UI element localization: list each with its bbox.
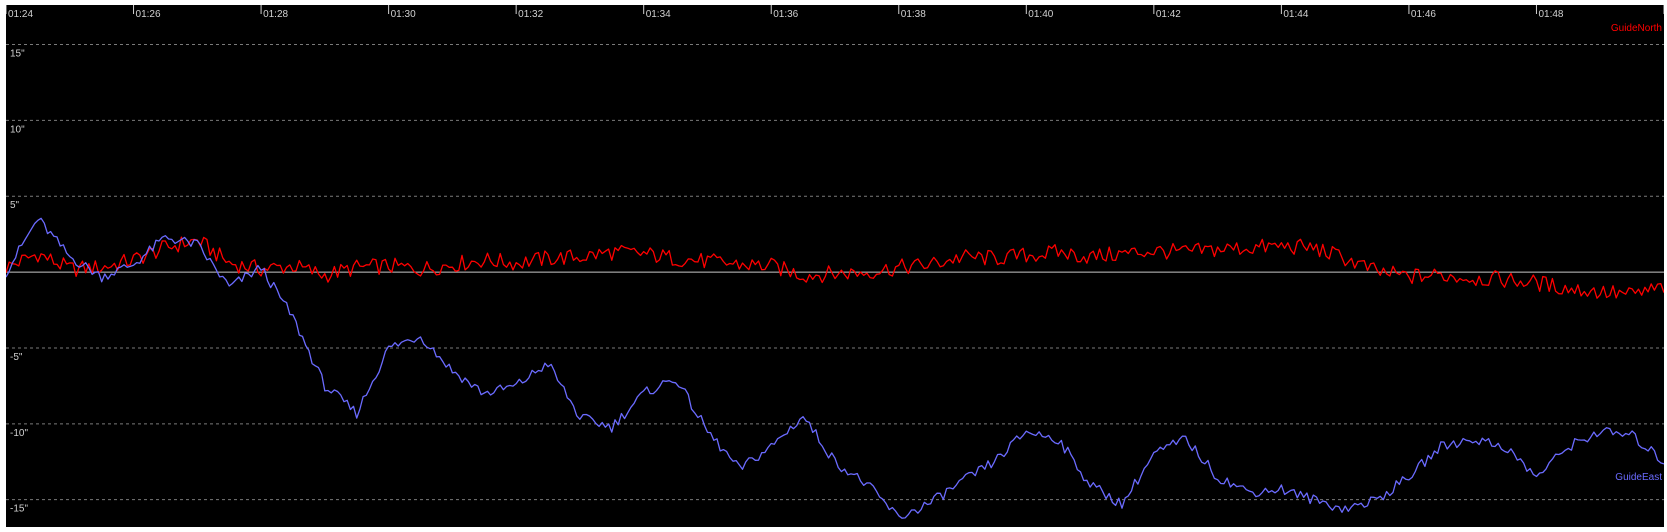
guiding-chart: 15" 10" 5" -5" -10" -15" 01:24 01:26 01:28 01:30 0… (0, 0, 1667, 532)
y-tick-label: 10" (10, 124, 25, 135)
y-tick-label: -10" (10, 428, 28, 439)
x-tick-label: 01:30 (391, 9, 416, 20)
legend-label-guidenorth: GuideNorth (1611, 23, 1662, 34)
x-tick-label: 01:28 (263, 9, 288, 20)
x-tick-label: 01:34 (646, 9, 671, 20)
y-tick-label: 5" (10, 200, 20, 211)
x-tick-label: 01:44 (1283, 9, 1308, 20)
x-tick-label: 01:40 (1028, 9, 1053, 20)
x-tick-label: 01:46 (1411, 9, 1436, 20)
x-tick-label: 01:26 (136, 9, 161, 20)
x-tick-label: 01:32 (518, 9, 543, 20)
y-tick-label: -5" (10, 352, 23, 363)
x-tick-label: 01:42 (1156, 9, 1181, 20)
plot-area (6, 5, 1664, 527)
legend-label-guideeast: GuideEast (1615, 472, 1662, 483)
x-tick-label: 01:36 (773, 9, 798, 20)
guide-error-plot: 15" 10" 5" -5" -10" -15" 01:24 01:26 01:28 01:30 0… (0, 0, 1667, 532)
x-tick-label: 01:38 (901, 9, 926, 20)
x-tick-label: 01:24 (8, 9, 33, 20)
x-tick-label: 01:48 (1538, 9, 1563, 20)
y-tick-label: -15" (10, 504, 28, 515)
y-tick-label: 15" (10, 48, 25, 59)
